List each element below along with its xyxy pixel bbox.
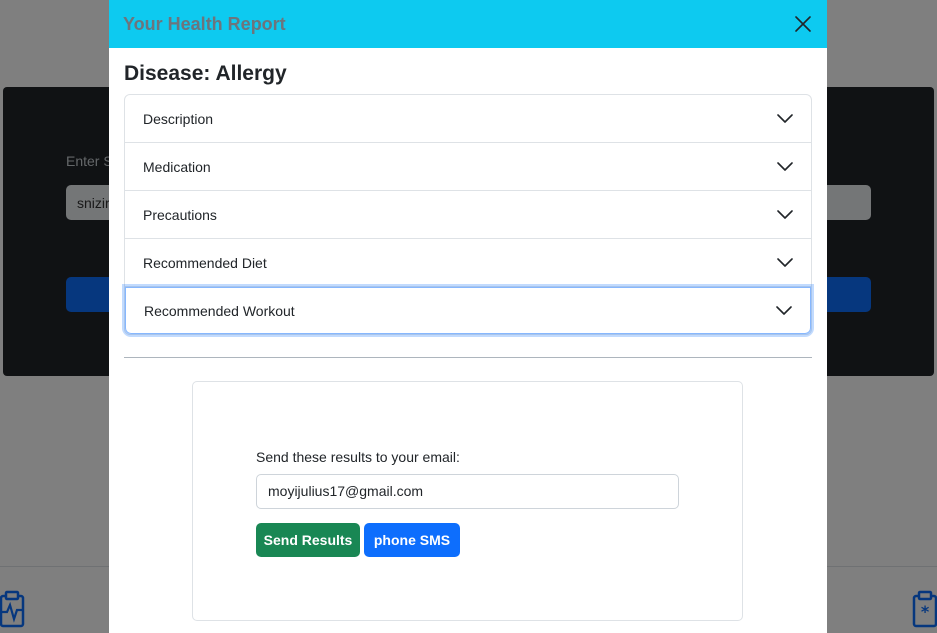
health-report-modal: Your Health Report Disease: Allergy Desc… [109, 0, 827, 633]
accordion-item-recommended-diet[interactable]: Recommended Diet [125, 239, 811, 287]
accordion-label: Recommended Workout [144, 302, 295, 319]
modal-header: Your Health Report [109, 0, 827, 48]
accordion-label: Medication [143, 158, 211, 175]
phone-sms-button[interactable]: phone SMS [364, 523, 460, 557]
accordion-item-precautions[interactable]: Precautions [125, 191, 811, 239]
accordion-item-medication[interactable]: Medication [125, 143, 811, 191]
modal-title: Your Health Report [123, 13, 286, 34]
email-results-card: Send these results to your email: moyiju… [192, 381, 743, 621]
chevron-down-icon [777, 161, 793, 171]
chevron-down-icon [777, 113, 793, 123]
accordion-label: Recommended Diet [143, 254, 267, 271]
accordion-label: Description [143, 110, 214, 127]
close-icon[interactable] [792, 13, 814, 35]
chevron-down-icon [777, 209, 793, 219]
chevron-down-icon [777, 257, 793, 267]
section-divider [124, 357, 812, 358]
accordion-label: Precautions [143, 206, 217, 223]
accordion-item-description[interactable]: Description [125, 95, 811, 143]
email-label: Send these results to your email: [256, 449, 460, 465]
disease-heading: Disease: Allergy [124, 62, 287, 85]
send-results-button[interactable]: Send Results [256, 523, 360, 557]
accordion-item-recommended-workout[interactable]: Recommended Workout [125, 287, 811, 334]
email-input[interactable]: moyijulius17@gmail.com [256, 474, 679, 509]
chevron-down-icon [776, 305, 792, 315]
modal-body: Disease: Allergy Description Medication … [109, 48, 827, 358]
report-accordion: Description Medication Precautions Recom… [124, 94, 812, 335]
